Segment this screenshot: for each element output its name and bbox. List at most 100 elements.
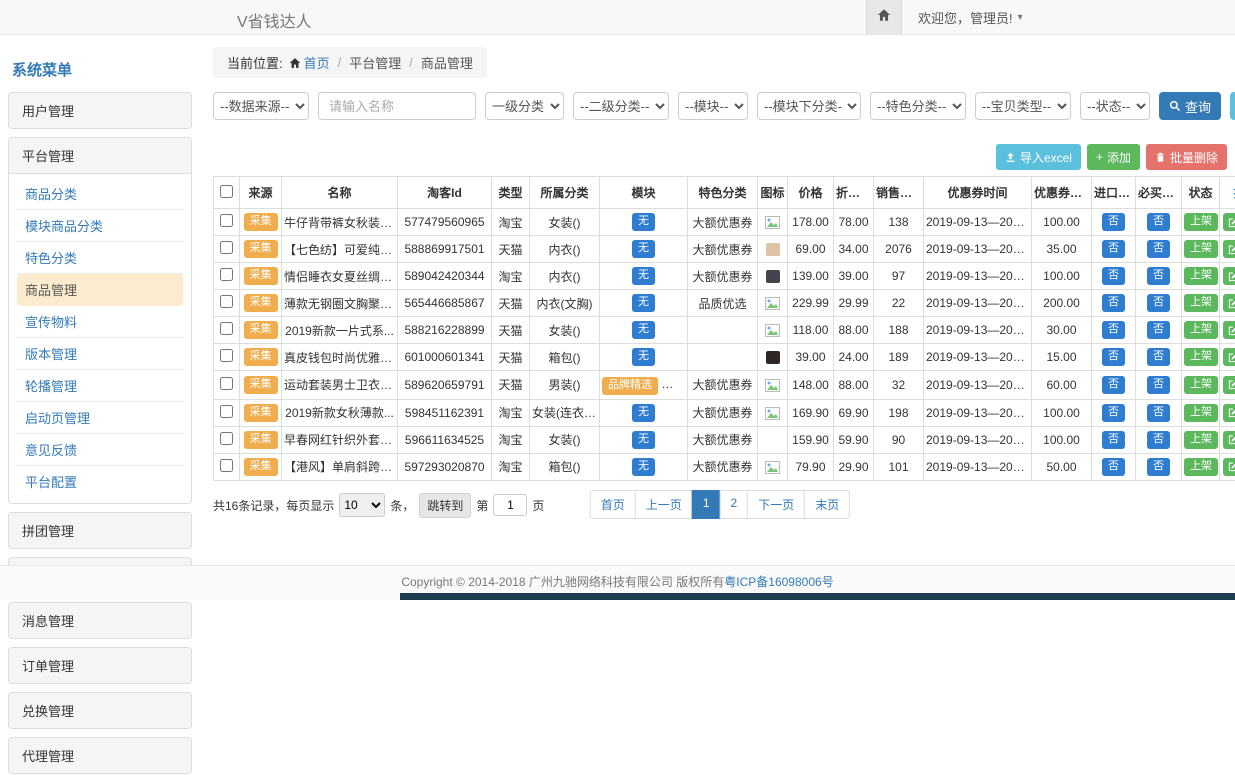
breadcrumb-item[interactable]: 平台管理	[349, 53, 401, 72]
sidebar-group-header[interactable]: 消息管理	[8, 602, 192, 639]
no-badge[interactable]: 否	[1147, 376, 1170, 394]
category-cell: 女装(连衣裙)	[530, 399, 600, 426]
type-cell: 天猫	[492, 344, 530, 371]
sidebar-item[interactable]: 宣传物料	[17, 306, 183, 338]
no-badge[interactable]: 否	[1102, 267, 1125, 285]
row-checkbox[interactable]	[220, 459, 233, 472]
sales-count-cell: 138	[874, 209, 924, 236]
page-button[interactable]: 末页	[804, 490, 850, 519]
edit-button[interactable]	[1223, 321, 1235, 339]
no-badge[interactable]: 否	[1102, 321, 1125, 339]
status-badge: 上架	[1184, 267, 1218, 285]
row-checkbox[interactable]	[220, 322, 233, 335]
sidebar-item[interactable]: 特色分类	[17, 242, 183, 274]
module-none-badge: 无	[632, 294, 655, 312]
no-badge[interactable]: 否	[1147, 240, 1170, 258]
sidebar-group-header[interactable]: 订单管理	[8, 647, 192, 684]
home-button[interactable]	[866, 0, 902, 34]
row-checkbox[interactable]	[220, 295, 233, 308]
column-header: 价格	[788, 177, 834, 209]
breadcrumb: 当前位置: 首页 / 平台管理 / 商品管理	[213, 47, 487, 78]
row-checkbox[interactable]	[220, 349, 233, 362]
data-source-select[interactable]: --数据来源--	[213, 92, 309, 120]
no-badge[interactable]: 否	[1147, 458, 1170, 476]
edit-button[interactable]	[1223, 458, 1235, 476]
row-checkbox[interactable]	[220, 214, 233, 227]
sidebar-item[interactable]: 启动页管理	[17, 402, 183, 434]
sidebar-item[interactable]: 平台配置	[17, 466, 183, 497]
sidebar-group-header[interactable]: 平台管理	[9, 138, 191, 174]
breadcrumb-item[interactable]: 商品管理	[421, 53, 473, 72]
sidebar-item[interactable]: 版本管理	[17, 338, 183, 370]
user-menu[interactable]: 欢迎您，管理员! ▾	[918, 0, 1023, 34]
no-badge[interactable]: 否	[1102, 458, 1125, 476]
no-badge[interactable]: 否	[1147, 321, 1170, 339]
jump-button[interactable]: 跳转到	[419, 493, 471, 518]
edit-button[interactable]	[1223, 376, 1235, 394]
name-search-input[interactable]	[318, 92, 476, 120]
no-badge[interactable]: 否	[1102, 431, 1125, 449]
page-button[interactable]: 下一页	[747, 490, 805, 519]
icp-link[interactable]: 粤ICP备16098006号	[724, 575, 833, 589]
edit-button[interactable]	[1223, 213, 1235, 231]
sidebar-item[interactable]: 商品管理	[17, 274, 183, 306]
select-all-checkbox[interactable]	[220, 185, 233, 198]
no-badge[interactable]: 否	[1147, 431, 1170, 449]
no-badge[interactable]: 否	[1102, 348, 1125, 366]
filter-select[interactable]: --模块下分类--	[757, 92, 861, 120]
source-badge: 采集	[244, 348, 278, 366]
no-badge[interactable]: 否	[1147, 294, 1170, 312]
row-checkbox[interactable]	[220, 405, 233, 418]
page-button[interactable]: 1	[692, 490, 721, 519]
source-cell: 采集	[240, 263, 282, 290]
no-badge[interactable]: 否	[1102, 213, 1125, 231]
page-button[interactable]: 2	[720, 490, 749, 519]
row-checkbox[interactable]	[220, 268, 233, 281]
no-badge[interactable]: 否	[1147, 213, 1170, 231]
query-button[interactable]: 查询	[1159, 92, 1221, 120]
filter-select[interactable]: --宝贝类型--	[975, 92, 1071, 120]
column-header: 类型	[492, 177, 530, 209]
sidebar-group-header[interactable]: 兑换管理	[8, 692, 192, 729]
filter-select[interactable]: --模块--	[678, 92, 748, 120]
add-button[interactable]: + 添加	[1087, 144, 1140, 170]
edit-button[interactable]	[1223, 294, 1235, 312]
row-checkbox[interactable]	[220, 241, 233, 254]
edit-button[interactable]	[1223, 267, 1235, 285]
no-badge[interactable]: 否	[1102, 376, 1125, 394]
sidebar-item[interactable]: 意见反馈	[17, 434, 183, 466]
per-page-select[interactable]: 10	[339, 493, 385, 517]
no-badge[interactable]: 否	[1102, 404, 1125, 422]
sidebar-group-header[interactable]: 拼团管理	[8, 512, 192, 549]
no-badge[interactable]: 否	[1147, 348, 1170, 366]
jump-page-input[interactable]	[493, 494, 527, 516]
no-badge[interactable]: 否	[1102, 240, 1125, 258]
edit-icon	[1228, 271, 1235, 282]
sidebar-group-header[interactable]: 用户管理	[8, 92, 192, 129]
top-navbar: V省钱达人 欢迎您，管理员! ▾	[0, 0, 1235, 35]
edit-button[interactable]	[1223, 404, 1235, 422]
filter-select[interactable]: --状态--	[1080, 92, 1150, 120]
no-badge[interactable]: 否	[1102, 294, 1125, 312]
row-checkbox[interactable]	[220, 432, 233, 445]
filter-select[interactable]: --二级分类--	[573, 92, 669, 120]
edit-button[interactable]	[1223, 240, 1235, 258]
filter-select[interactable]: 一级分类	[485, 92, 564, 120]
table-row: 采集2019新款女秋薄款...598451162391淘宝女装(连衣裙)无大额优…	[214, 399, 1235, 426]
page-button[interactable]: 首页	[590, 490, 636, 519]
batch-delete-button[interactable]: 批量删除	[1146, 144, 1227, 170]
breadcrumb-home-link[interactable]: 首页	[283, 53, 330, 72]
sidebar-group-header[interactable]: 代理管理	[8, 737, 192, 774]
sidebar-item[interactable]: 模块商品分类	[17, 210, 183, 242]
filter-select[interactable]: --特色分类--	[870, 92, 966, 120]
no-badge[interactable]: 否	[1147, 267, 1170, 285]
no-badge[interactable]: 否	[1147, 404, 1170, 422]
import-excel-button[interactable]: 导入excel	[996, 144, 1081, 170]
edit-button[interactable]	[1223, 431, 1235, 449]
edit-button[interactable]	[1223, 348, 1235, 366]
sidebar-item[interactable]: 轮播管理	[17, 370, 183, 402]
row-checkbox[interactable]	[220, 377, 233, 390]
sidebar-item[interactable]: 商品分类	[17, 178, 183, 210]
reset-button[interactable]: 重置	[1230, 92, 1235, 120]
page-button[interactable]: 上一页	[635, 490, 693, 519]
